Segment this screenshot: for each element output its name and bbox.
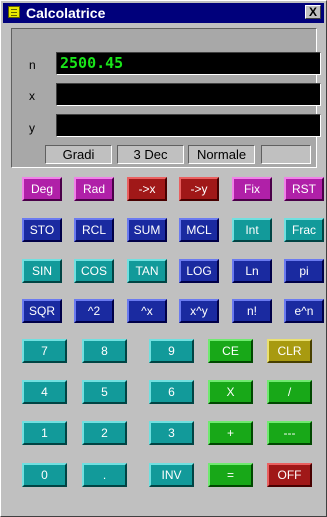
key-1-5-button[interactable]: Frac [284, 218, 324, 242]
key-3-4-button[interactable]: n! [232, 299, 272, 323]
key-0-2-button[interactable]: ->x [127, 177, 167, 201]
key-4-3-button[interactable]: CE [208, 339, 253, 363]
key-0-4-button[interactable]: Fix [232, 177, 272, 201]
key-2-2-button[interactable]: TAN [127, 259, 167, 283]
key-3-5-button[interactable]: e^n [284, 299, 324, 323]
key-6-1-button[interactable]: 2 [82, 421, 127, 445]
decimals-status: 3 Dec [117, 145, 184, 164]
register-n-display: 2500.45 [56, 52, 321, 75]
key-5-1-button[interactable]: 5 [82, 380, 127, 404]
key-2-3-button[interactable]: LOG [179, 259, 219, 283]
key-1-2-button[interactable]: SUM [127, 218, 167, 242]
angle-mode-status: Gradi [45, 145, 112, 164]
key-2-0-button[interactable]: SIN [22, 259, 62, 283]
key-7-2-button[interactable]: INV [149, 463, 194, 487]
key-5-0-button[interactable]: 4 [22, 380, 67, 404]
key-1-1-button[interactable]: RCL [74, 218, 114, 242]
key-7-1-button[interactable]: . [82, 463, 127, 487]
title-bar[interactable]: Calcolatrice X [3, 3, 324, 23]
window-title: Calcolatrice [26, 5, 106, 21]
key-2-1-button[interactable]: COS [74, 259, 114, 283]
calculator-window: Calcolatrice X n 2500.45 x y Gradi 3 Dec… [0, 0, 327, 517]
key-0-3-button[interactable]: ->y [179, 177, 219, 201]
calculator-icon [8, 6, 20, 18]
key-6-2-button[interactable]: 3 [149, 421, 194, 445]
key-5-3-button[interactable]: X [208, 380, 253, 404]
key-0-0-button[interactable]: Deg [22, 177, 62, 201]
key-4-2-button[interactable]: 9 [149, 339, 194, 363]
register-n-label: n [29, 58, 36, 72]
key-1-3-button[interactable]: MCL [179, 218, 219, 242]
key-7-4-button[interactable]: OFF [267, 463, 312, 487]
key-2-5-button[interactable]: pi [284, 259, 324, 283]
extra-status [261, 145, 311, 164]
key-6-0-button[interactable]: 1 [22, 421, 67, 445]
key-4-4-button[interactable]: CLR [267, 339, 312, 363]
key-7-0-button[interactable]: 0 [22, 463, 67, 487]
key-4-1-button[interactable]: 8 [82, 339, 127, 363]
key-3-3-button[interactable]: x^y [179, 299, 219, 323]
key-3-2-button[interactable]: ^x [127, 299, 167, 323]
register-x-display [56, 83, 321, 106]
key-3-1-button[interactable]: ^2 [74, 299, 114, 323]
key-5-4-button[interactable]: / [267, 380, 312, 404]
keypad: Deg Rad ->x ->y Fix RST STO RCL SUM MCL Int Frac SIN… [1, 171, 327, 501]
key-4-0-button[interactable]: 7 [22, 339, 67, 363]
key-1-0-button[interactable]: STO [22, 218, 62, 242]
key-6-3-button[interactable]: + [208, 421, 253, 445]
register-y-display [56, 114, 321, 137]
key-5-2-button[interactable]: 6 [149, 380, 194, 404]
key-6-4-button[interactable]: --- [267, 421, 312, 445]
key-0-1-button[interactable]: Rad [74, 177, 114, 201]
key-7-3-button[interactable]: = [208, 463, 253, 487]
key-0-5-button[interactable]: RST [284, 177, 324, 201]
register-y-label: y [29, 121, 35, 135]
key-3-0-button[interactable]: SQR [22, 299, 62, 323]
register-x-label: x [29, 89, 35, 103]
key-1-4-button[interactable]: Int [232, 218, 272, 242]
close-button[interactable]: X [305, 5, 321, 19]
notation-status: Normale [188, 145, 255, 164]
key-2-4-button[interactable]: Ln [232, 259, 272, 283]
